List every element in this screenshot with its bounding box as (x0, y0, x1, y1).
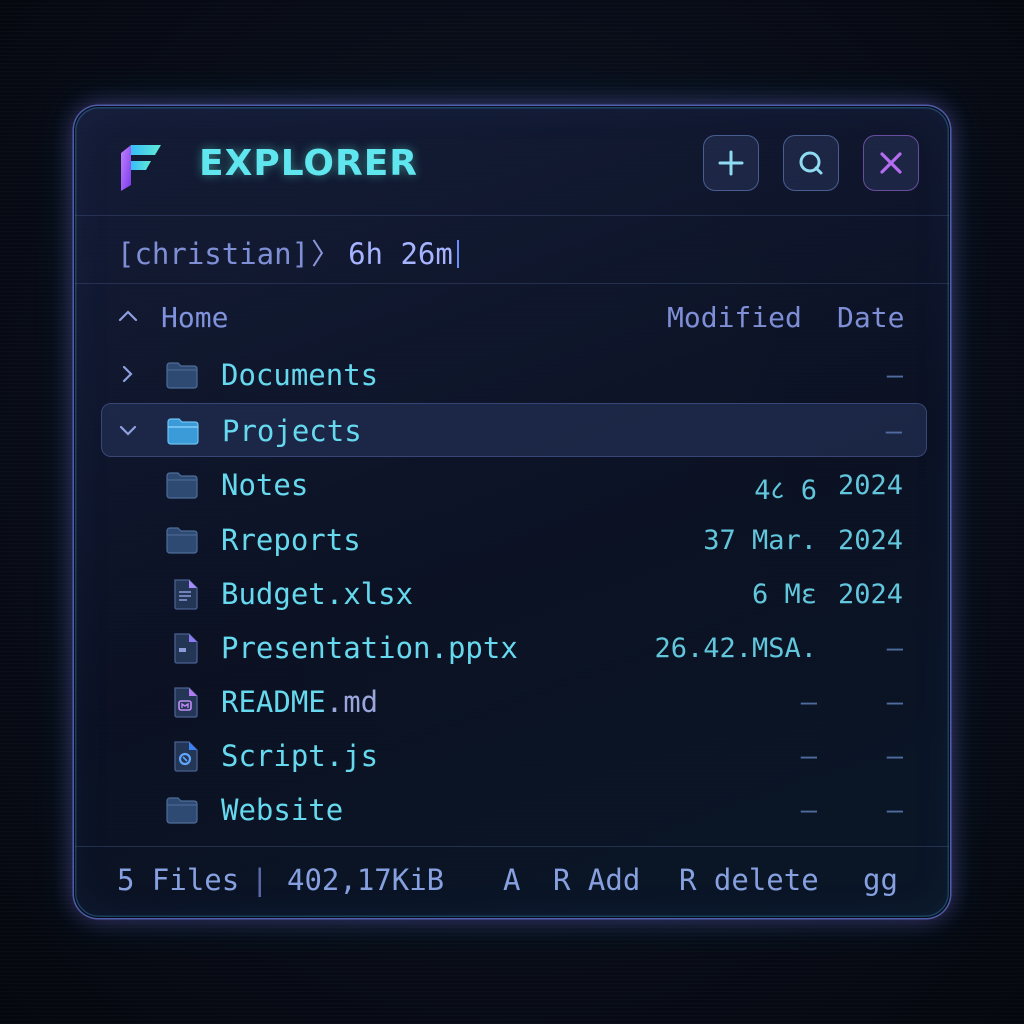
title-bar: EXPLORER (75, 107, 949, 216)
file-count: 5 Files (117, 863, 240, 897)
file-name-base: README (221, 685, 326, 719)
column-modified[interactable]: Modified (667, 301, 802, 334)
column-home[interactable]: Home (161, 301, 228, 334)
file-row[interactable]: Budget.xlsx 6 Mε 2024 (101, 567, 927, 621)
file-name: Notes (221, 468, 308, 502)
file-modified: — (800, 687, 817, 718)
file-name-base: Notes (221, 468, 309, 502)
file-date: — (886, 687, 903, 718)
file-modified: 4८ 6 (754, 475, 817, 506)
file-name: Rreports (221, 523, 361, 557)
file-date: — (886, 360, 903, 391)
file-row[interactable]: Notes 4८ 6 2024 (101, 458, 927, 512)
markdown-file-icon (174, 687, 198, 718)
file-name-ext: .md (325, 685, 379, 719)
file-modified: — (800, 795, 817, 826)
file-name-base: Documents (221, 358, 379, 392)
status-bar: 5 Files | 402,17KiB A R Add R delete gg (75, 846, 949, 917)
folder-open-icon (167, 418, 199, 445)
explorer-window: EXPLORER [christian]〉 6h 26m Home Modifie… (74, 106, 950, 918)
column-header: Home Modified Date (75, 297, 949, 341)
app-logo-icon (121, 145, 161, 191)
file-date: — (886, 741, 903, 772)
file-modified: 37 Mar. (703, 525, 817, 556)
file-name-base: Website (221, 793, 344, 827)
folder-icon (166, 797, 198, 824)
chevron-right-icon[interactable] (117, 364, 137, 384)
folder-icon (166, 527, 198, 554)
file-name-base: Presentation.pptx (221, 631, 518, 665)
file-name: Website (221, 793, 343, 827)
file-name: README.md (221, 685, 378, 719)
file-date: 2024 (837, 579, 903, 610)
search-icon (799, 151, 823, 175)
file-name: Budget.xlsx (221, 577, 413, 611)
prompt-chevron: 〉 (311, 237, 341, 271)
window-title: EXPLORER (199, 143, 419, 184)
prompt-time: 6h 26m (348, 237, 453, 271)
file-date: 2024 (837, 525, 903, 556)
close-icon (880, 152, 902, 174)
file-modified: 26.42.MSA. (654, 633, 817, 664)
folder-icon (166, 362, 198, 389)
file-row[interactable]: Website — — (101, 783, 927, 837)
chevron-up-icon[interactable] (117, 305, 139, 327)
file-name: Documents (221, 358, 378, 392)
file-date: 2024 (837, 470, 903, 501)
shortcut-a: A (503, 863, 521, 897)
file-row[interactable]: Script.js — — (101, 729, 927, 783)
file-row[interactable]: Rreports 37 Mar. 2024 (101, 513, 927, 567)
file-date: — (886, 633, 903, 664)
search-button[interactable] (783, 135, 839, 191)
folder-icon (166, 472, 198, 499)
shortcut-add: R Add (553, 863, 641, 897)
prompt-user: [christian] (117, 237, 310, 271)
text-cursor (456, 240, 459, 268)
file-modified: 6 Mε (751, 579, 817, 610)
shortcut-delete: R delete (679, 863, 819, 897)
file-name-base: Projects (222, 414, 362, 448)
shortcut-gg: gg (863, 863, 898, 897)
file-name-base: Rreports (221, 523, 361, 557)
file-modified: — (800, 741, 817, 772)
add-button[interactable] (703, 135, 759, 191)
total-size: 402,17KiB (287, 863, 445, 897)
file-row[interactable]: Documents — (101, 348, 927, 402)
status-separator: | (251, 863, 269, 897)
plus-icon (718, 150, 744, 176)
file-row[interactable]: Projects — (101, 403, 927, 457)
file-name: Presentation.pptx (221, 631, 518, 665)
file-row[interactable]: README.md — — (101, 675, 927, 729)
file-name-base: Budget.xlsx (221, 577, 414, 611)
close-button[interactable] (863, 135, 919, 191)
presentation-file-icon (174, 633, 198, 664)
spreadsheet-file-icon (174, 579, 198, 610)
shell-prompt[interactable]: [christian]〉 6h 26m (117, 231, 459, 273)
script-file-icon (174, 741, 198, 772)
column-date[interactable]: Date (837, 301, 904, 334)
chevron-down-icon[interactable] (118, 420, 138, 440)
file-date: — (886, 795, 903, 826)
file-name-base: Script.js (221, 739, 379, 773)
file-name: Script.js (221, 739, 378, 773)
file-name: Projects (222, 414, 362, 448)
file-date: — (885, 416, 902, 447)
file-row[interactable]: Presentation.pptx 26.42.MSA. — (101, 621, 927, 675)
